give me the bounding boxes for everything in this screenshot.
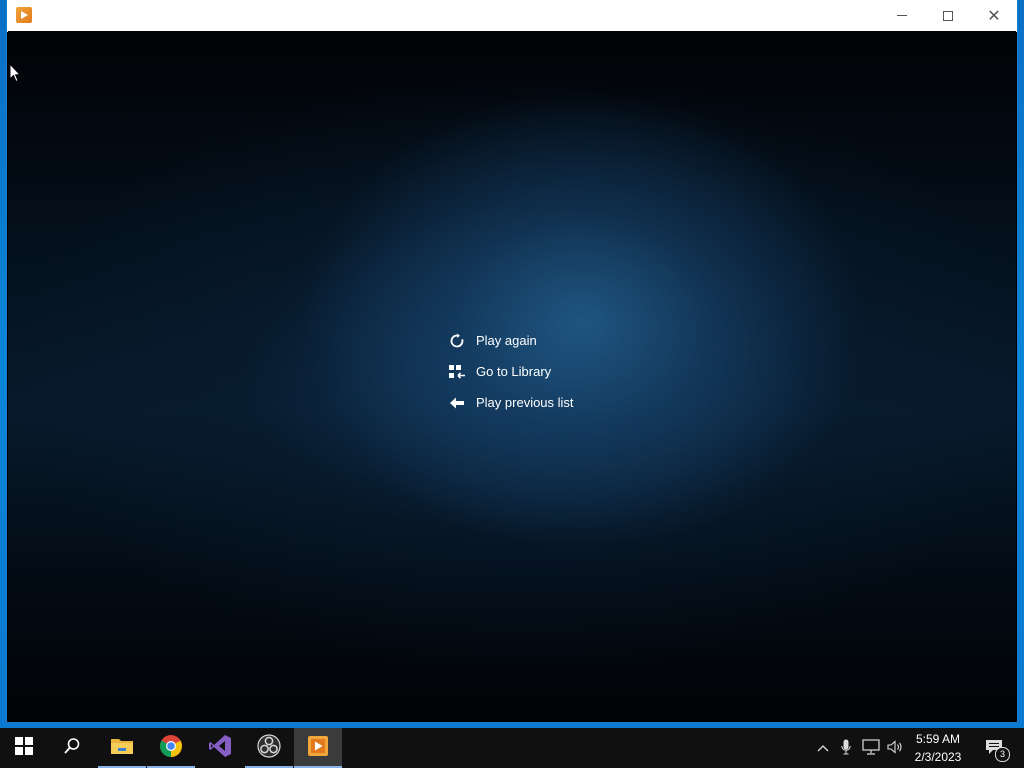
windows-start-icon xyxy=(15,736,33,760)
show-hidden-icons-button[interactable] xyxy=(812,728,834,768)
media-player-window: ✕ Play again Go to Library Play previous… xyxy=(7,0,1017,722)
file-explorer-taskbar-button[interactable] xyxy=(98,728,146,768)
volume-button[interactable] xyxy=(884,728,906,768)
action-center-button[interactable]: 3 xyxy=(978,728,1012,768)
chevron-up-icon xyxy=(817,741,829,755)
play-again-label: Play again xyxy=(476,333,537,348)
taskbar: 5:59 AM 2/3/2023 3 xyxy=(0,728,1024,768)
start-button[interactable] xyxy=(0,728,48,768)
notification-icon: 3 xyxy=(985,738,1010,762)
library-icon xyxy=(448,363,466,381)
close-icon: ✕ xyxy=(987,7,1001,25)
microphone-button[interactable] xyxy=(836,728,856,768)
chrome-icon xyxy=(159,734,183,763)
clock-date: 2/3/2023 xyxy=(914,750,962,764)
media-player-icon xyxy=(307,735,329,762)
replay-icon xyxy=(448,332,466,350)
search-icon xyxy=(63,737,81,760)
back-arrow-icon xyxy=(448,394,466,412)
play-previous-list-label: Play previous list xyxy=(476,395,574,410)
microphone-icon xyxy=(841,739,851,758)
maximize-button[interactable] xyxy=(925,0,971,31)
play-again-button[interactable]: Play again xyxy=(448,325,648,356)
chrome-taskbar-button[interactable] xyxy=(147,728,195,768)
minimize-button[interactable] xyxy=(879,0,925,31)
folder-icon xyxy=(110,736,134,761)
title-bar[interactable]: ✕ xyxy=(7,0,1017,32)
notification-count-badge: 3 xyxy=(995,747,1010,762)
minimize-icon xyxy=(897,15,907,16)
taskbar-clock[interactable]: 5:59 AM 2/3/2023 xyxy=(908,730,968,766)
volume-icon xyxy=(887,739,903,757)
clock-time: 5:59 AM xyxy=(915,732,961,746)
go-to-library-label: Go to Library xyxy=(476,364,552,379)
player-content-area: Play again Go to Library Play previous l… xyxy=(8,31,1016,720)
media-player-app-icon[interactable] xyxy=(16,7,32,23)
play-previous-list-button[interactable]: Play previous list xyxy=(448,387,648,418)
obs-icon xyxy=(257,733,281,763)
network-button[interactable] xyxy=(859,728,883,768)
visual-studio-taskbar-button[interactable] xyxy=(196,728,244,768)
mouse-pointer-icon xyxy=(9,62,22,88)
visual-studio-icon xyxy=(208,734,232,763)
network-icon xyxy=(862,738,880,758)
end-of-playback-menu: Play again Go to Library Play previous l… xyxy=(448,325,648,418)
maximize-icon xyxy=(943,10,953,21)
close-button[interactable]: ✕ xyxy=(971,0,1017,31)
go-to-library-button[interactable]: Go to Library xyxy=(448,356,648,387)
media-player-taskbar-button[interactable] xyxy=(294,728,342,768)
obs-taskbar-button[interactable] xyxy=(245,728,293,768)
search-button[interactable] xyxy=(48,728,96,768)
